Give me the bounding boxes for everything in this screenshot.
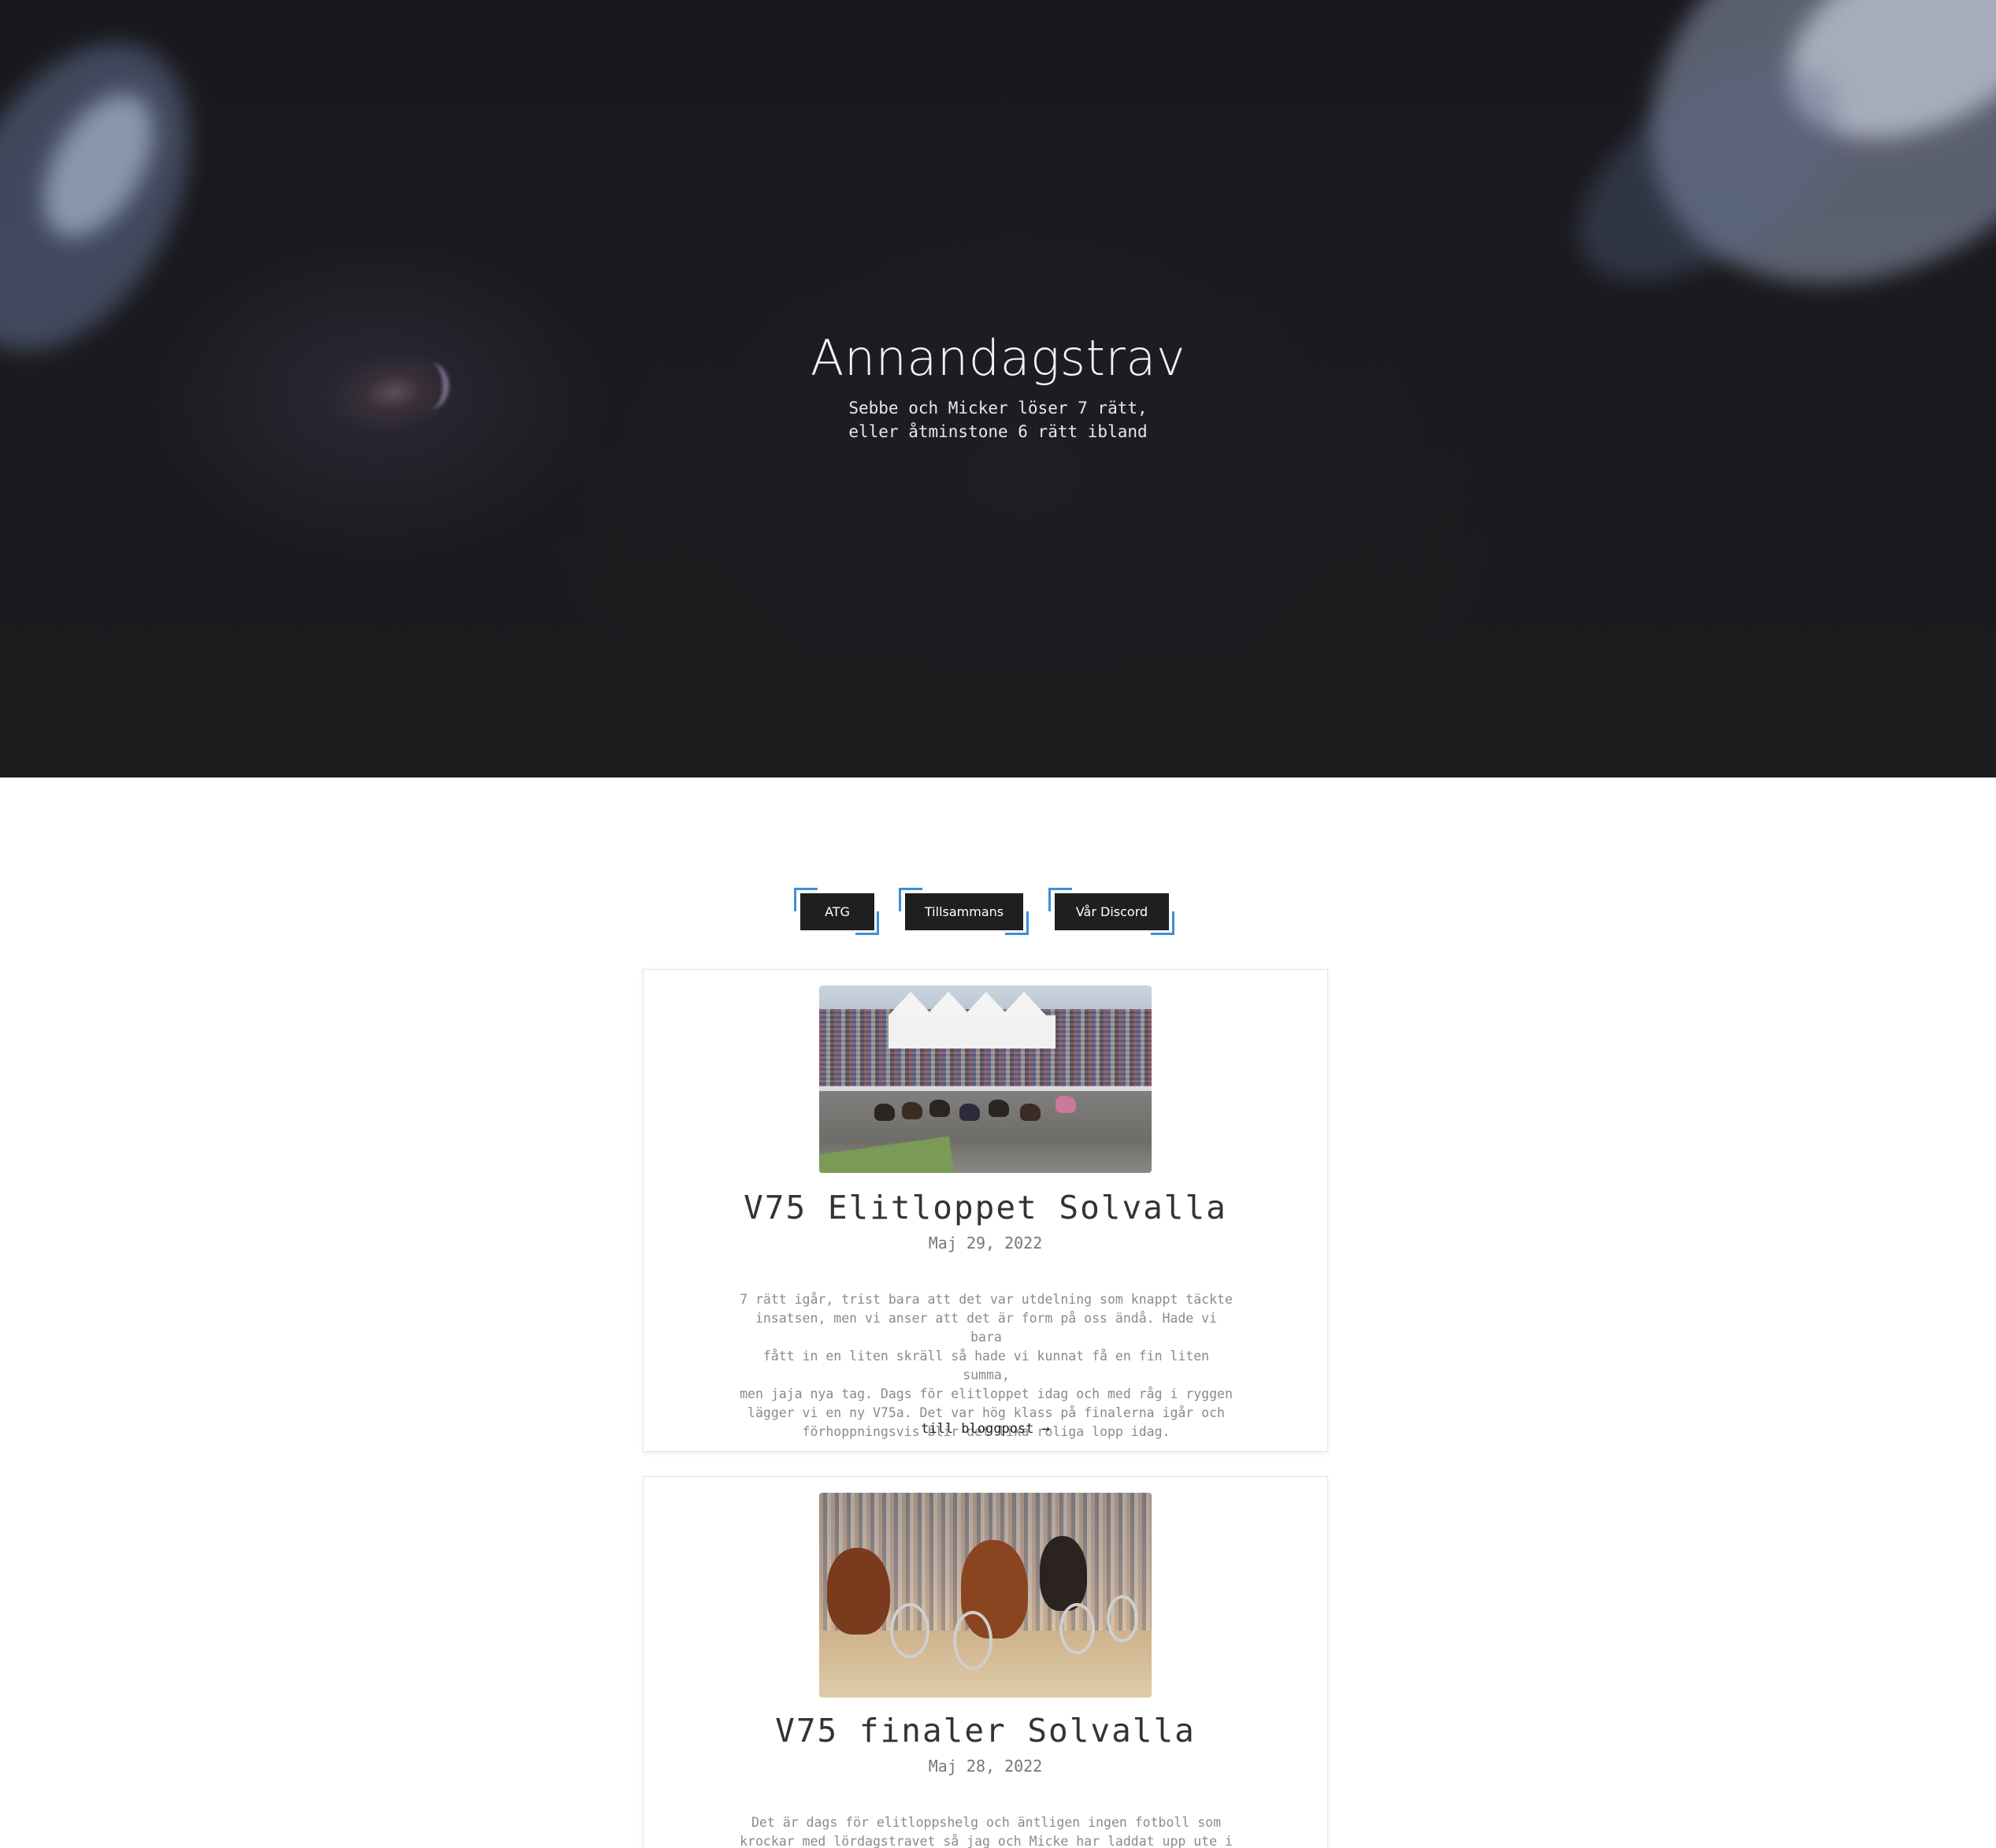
image-horse (827, 1548, 890, 1635)
post-excerpt: Det är dags för elitloppshelg och äntlig… (738, 1813, 1234, 1848)
blog-post-card: V75 Elitloppet Solvalla Maj 29, 2022 7 r… (643, 969, 1328, 1452)
post-excerpt-line: insatsen, men vi anser att det är form p… (755, 1311, 1218, 1345)
image-horse (1020, 1104, 1041, 1121)
site-subtitle-line-2: eller åtminstone 6 rätt ibland (848, 422, 1148, 441)
post-date: Maj 29, 2022 (928, 1234, 1043, 1252)
post-title[interactable]: V75 Elitloppet Solvalla (644, 1189, 1327, 1226)
site-title: Annandagstrav (810, 329, 1186, 387)
read-more-link[interactable]: till bloggpost → (644, 1421, 1327, 1437)
tillsammans-button-corner-bottom-right (1005, 911, 1029, 935)
image-horse (902, 1102, 922, 1119)
post-image-horse-race[interactable] (819, 1493, 1152, 1698)
image-sulky-wheel (1059, 1603, 1095, 1654)
image-sulky-wheel (890, 1603, 929, 1658)
image-sulky-wheel (953, 1611, 992, 1670)
post-excerpt-line: 7 rätt igår, trist bara att det var utde… (740, 1292, 1233, 1307)
image-horse (1040, 1536, 1087, 1611)
post-excerpt-line: men jaja nya tag. Dags för elitloppet id… (740, 1386, 1233, 1401)
post-date: Maj 28, 2022 (928, 1757, 1043, 1776)
image-sulky-wheel (1107, 1595, 1138, 1642)
image-horse (874, 1104, 895, 1121)
image-tent (1002, 992, 1046, 1015)
post-excerpt-line: lägger vi en ny V75a. Det var hög klass … (748, 1405, 1225, 1420)
post-excerpt-line: krockar med lördagstravet så jag och Mic… (740, 1834, 1233, 1848)
post-excerpt: 7 rätt igår, trist bara att det var utde… (738, 1290, 1234, 1442)
blog-post-card: V75 finaler Solvalla Maj 28, 2022 Det är… (643, 1476, 1328, 1848)
post-image-track-race[interactable] (819, 985, 1152, 1173)
hero-banner: Annandagstrav Sebbe och Micker löser 7 r… (0, 0, 1996, 777)
image-horse (929, 1100, 950, 1117)
post-excerpt-line: fått in en liten skräll så hade vi kunna… (762, 1349, 1210, 1382)
image-horse (989, 1100, 1009, 1117)
site-subtitle-line-1: Sebbe och Micker löser 7 rätt, (848, 399, 1148, 417)
image-horse (1056, 1096, 1076, 1113)
atg-button-corner-bottom-right (855, 911, 879, 935)
post-title[interactable]: V75 finaler Solvalla (644, 1712, 1327, 1750)
post-excerpt-line: Det är dags för elitloppshelg och äntlig… (751, 1815, 1222, 1830)
discord-button-corner-bottom-right (1151, 911, 1174, 935)
image-horse (959, 1104, 980, 1121)
image-tent-body (889, 1015, 1056, 1048)
